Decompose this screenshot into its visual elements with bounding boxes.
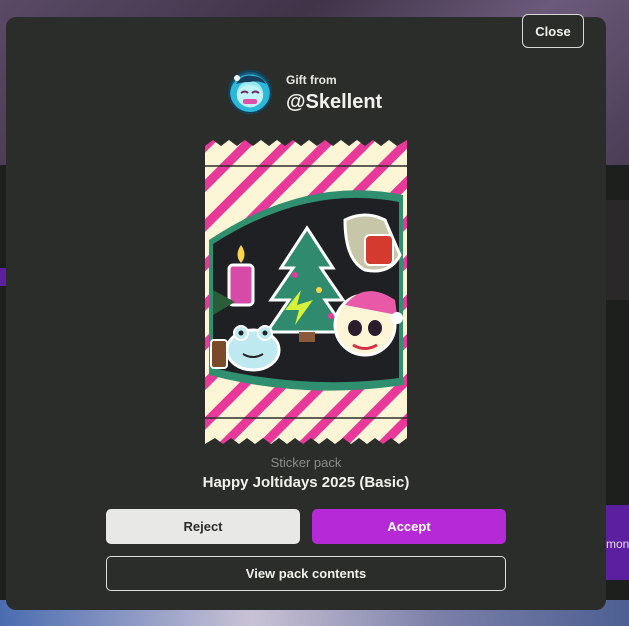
sender-handle[interactable]: @Skellent [286, 91, 382, 114]
reject-button[interactable]: Reject [106, 509, 300, 544]
accept-button[interactable]: Accept [312, 509, 506, 544]
sticker-pack-image[interactable] [205, 140, 407, 444]
pack-name: Happy Joltidays 2025 (Basic) [202, 474, 410, 491]
view-pack-contents-button[interactable]: View pack contents [106, 556, 506, 591]
pack-type-label: Sticker pack [270, 455, 342, 470]
gift-dialog: Close Gift from @Skellent Sticker pack H… [6, 14, 606, 610]
gift-from-label: Gift from [286, 73, 337, 87]
avatar-face-icon [228, 70, 272, 114]
sticker-pack-art [205, 140, 407, 444]
sender-avatar[interactable] [228, 70, 272, 114]
background-banner-text: mont [606, 537, 629, 551]
close-button[interactable]: Close [522, 14, 584, 48]
background-side-panel [606, 200, 629, 300]
